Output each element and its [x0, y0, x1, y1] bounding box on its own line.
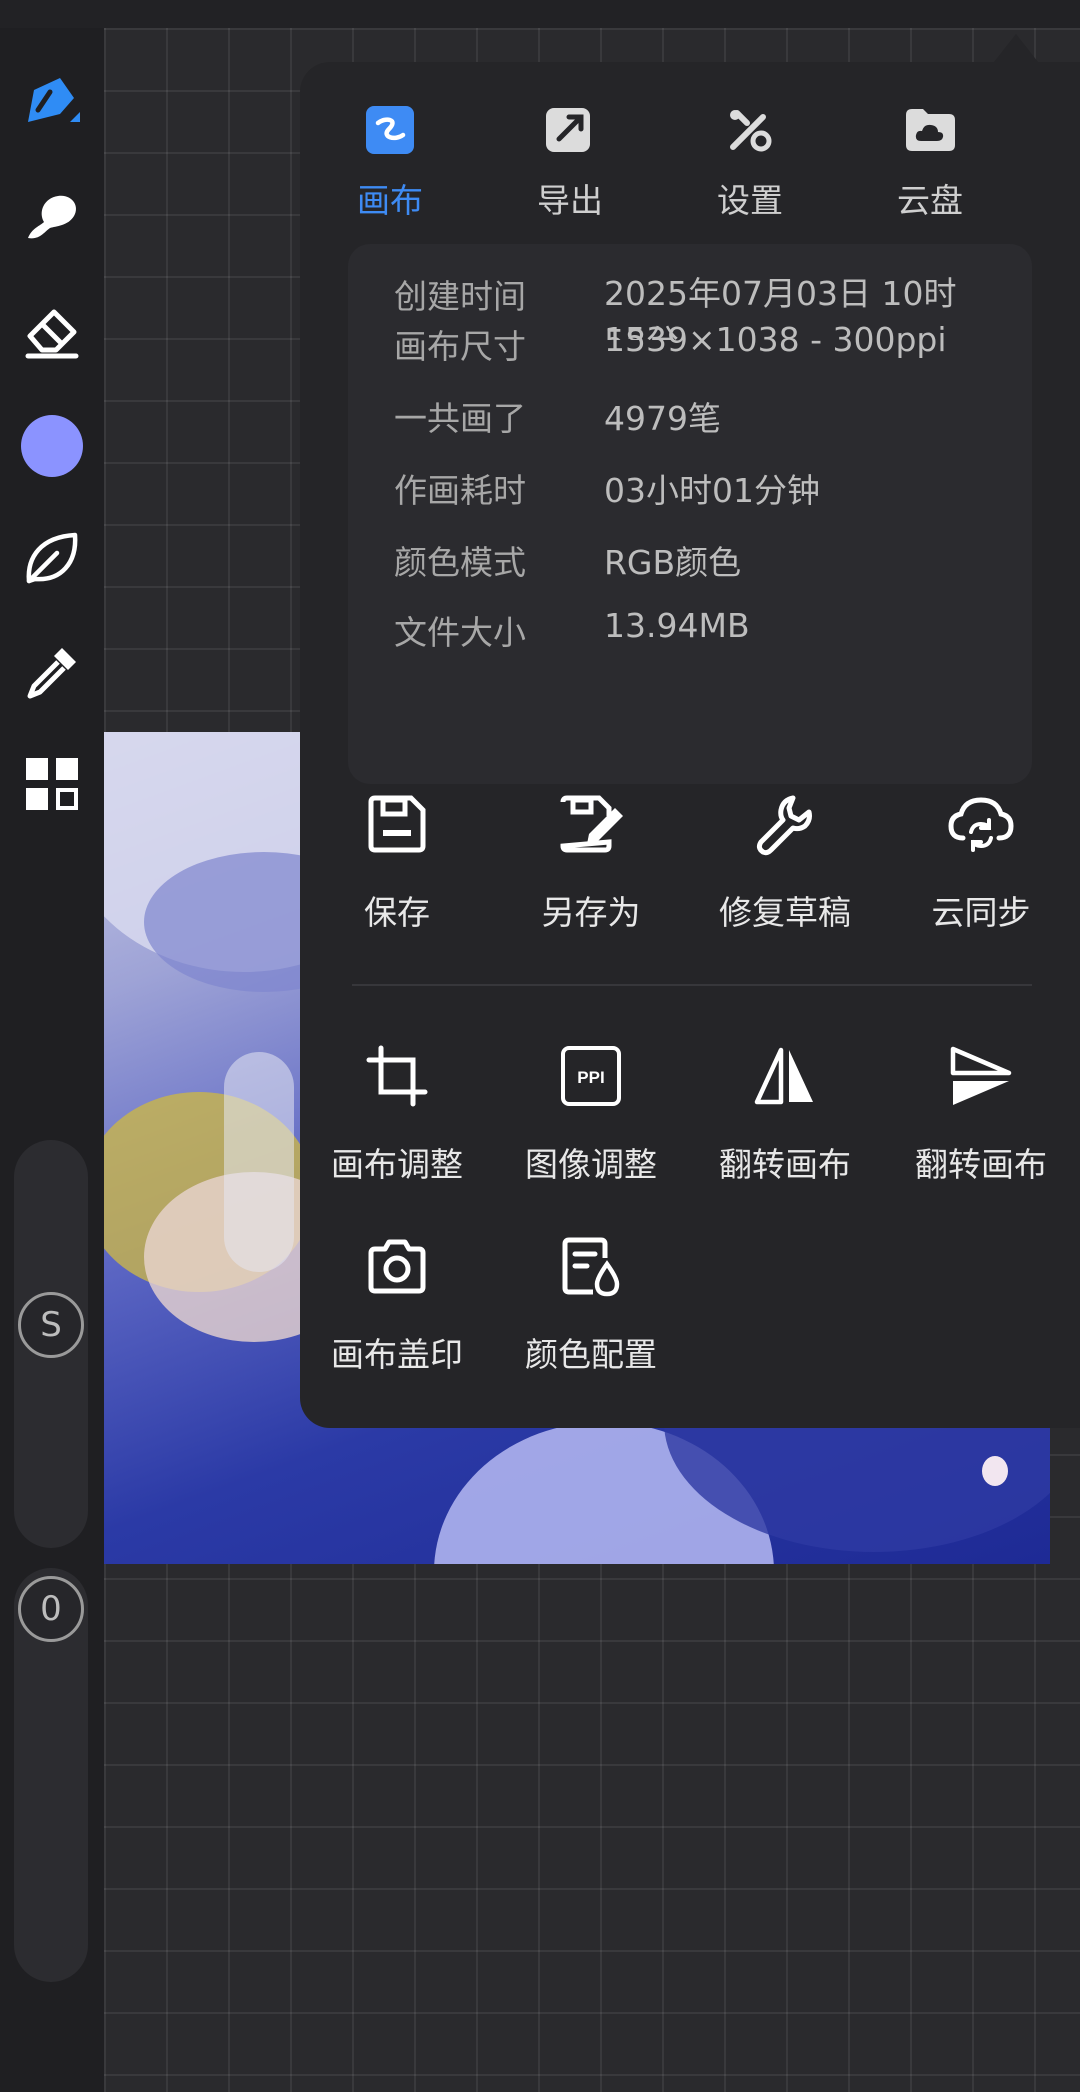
export-icon — [546, 108, 590, 152]
save-label: 保存 — [364, 893, 430, 932]
tab-settings-label: 设置 — [717, 181, 783, 220]
canvas-stamp-label: 画布盖印 — [331, 1335, 463, 1374]
save-as-label: 另存为 — [541, 893, 641, 932]
tab-export[interactable]: 导出 — [480, 98, 660, 228]
canvas-adjust-label: 画布调整 — [331, 1145, 463, 1184]
save-icon — [368, 795, 426, 853]
cloud-drive-icon — [906, 109, 955, 151]
panel-pointer — [994, 34, 1038, 62]
canvas-stamp-button[interactable]: 画布盖印 — [302, 1226, 492, 1396]
current-color-circle — [21, 415, 83, 477]
save-button[interactable]: 保存 — [302, 784, 492, 954]
size-slider-knob[interactable]: S — [18, 1292, 84, 1358]
wrench-icon — [756, 795, 812, 856]
camera-icon — [368, 1239, 426, 1294]
flip-canvas-vertical-label: 翻转画布 — [915, 1145, 1047, 1184]
smudge-tool[interactable] — [20, 186, 84, 250]
info-value: 13.94MB — [604, 606, 750, 645]
left-toolbar: S 0 — [0, 28, 104, 2092]
canvas-menu-panel: 画布 导出 设置 云盘 创建时间 2025年07月03日 10时 画布尺寸 15… — [300, 62, 1080, 1428]
status-bar — [0, 0, 1080, 28]
cloud-sync-label: 云同步 — [931, 893, 1031, 932]
info-key: 颜色模式 — [394, 543, 526, 582]
image-adjust-label: 图像调整 — [525, 1145, 657, 1184]
eyedropper-icon — [27, 648, 76, 699]
info-key: 作画耗时 — [394, 471, 526, 510]
info-key: 文件大小 — [394, 613, 526, 652]
flip-canvas-vertical-button[interactable]: 翻转画布 — [886, 1036, 1076, 1206]
info-key: 创建时间 — [394, 277, 526, 316]
eyedropper-tool[interactable] — [20, 640, 84, 704]
info-key: 画布尺寸 — [394, 327, 526, 366]
save-as-icon — [560, 795, 623, 853]
info-value: 03小时01分钟 — [604, 471, 820, 510]
flip-horizontal-icon — [754, 1047, 813, 1105]
crop-icon — [366, 1045, 428, 1107]
layers-tool[interactable] — [20, 752, 84, 816]
color-swatch[interactable] — [20, 414, 84, 478]
repair-draft-button[interactable]: 修复草稿 — [690, 784, 880, 954]
settings-icon — [730, 110, 772, 152]
image-adjust-button[interactable]: PPI 图像调整 — [496, 1036, 686, 1206]
eraser-icon — [25, 309, 79, 359]
color-profile-label: 颜色配置 — [525, 1335, 657, 1374]
canvas-info-box: 创建时间 2025年07月03日 10时58分 画布尺寸 1539×1038 -… — [348, 244, 1032, 784]
cloud-sync-button[interactable]: 云同步 — [886, 784, 1076, 954]
info-row-color-mode: 颜色模式 RGB颜色 — [394, 536, 994, 592]
tab-cloud-drive-label: 云盘 — [897, 181, 963, 220]
info-value: 4979笔 — [604, 399, 721, 438]
tab-canvas-label: 画布 — [357, 181, 423, 220]
opacity-slider-knob[interactable]: 0 — [18, 1576, 84, 1642]
grid-icon — [26, 758, 78, 810]
info-value: RGB颜色 — [604, 543, 742, 582]
tab-canvas[interactable]: 画布 — [300, 98, 480, 228]
leaf-icon — [26, 532, 78, 584]
lasso-tool[interactable] — [20, 526, 84, 590]
canvas-adjust-button[interactable]: 画布调整 — [302, 1036, 492, 1206]
repair-draft-label: 修复草稿 — [719, 893, 851, 932]
color-profile-button[interactable]: 颜色配置 — [496, 1226, 686, 1396]
svg-text:PPI: PPI — [577, 1068, 604, 1087]
eraser-tool[interactable] — [20, 300, 84, 364]
brush-icon — [28, 78, 80, 122]
info-row-stroke-count: 一共画了 4979笔 — [394, 392, 994, 448]
tab-settings[interactable]: 设置 — [660, 98, 840, 228]
cloud-sync-icon — [948, 797, 1014, 852]
save-as-button[interactable]: 另存为 — [496, 784, 686, 954]
size-slider-label: S — [40, 1305, 62, 1345]
info-key: 一共画了 — [394, 399, 526, 438]
info-row-file-size: 文件大小 13.94MB — [394, 606, 994, 662]
flip-canvas-horizontal-button[interactable]: 翻转画布 — [690, 1036, 880, 1206]
tab-cloud-drive[interactable]: 云盘 — [840, 98, 1020, 228]
info-value: 1539×1038 - 300ppi — [604, 320, 947, 359]
tab-export-label: 导出 — [537, 181, 603, 220]
info-row-drawing-time: 作画耗时 03小时01分钟 — [394, 464, 994, 520]
opacity-slider-label: 0 — [40, 1589, 62, 1629]
color-profile-icon — [562, 1237, 620, 1297]
art-shape — [982, 1456, 1008, 1486]
info-row-canvas-size: 画布尺寸 1539×1038 - 300ppi — [394, 320, 994, 376]
canvas-icon — [366, 106, 414, 154]
ppi-icon: PPI — [561, 1046, 621, 1106]
brush-tool[interactable] — [20, 70, 84, 134]
flip-canvas-horizontal-label: 翻转画布 — [719, 1145, 851, 1184]
action-divider — [352, 984, 1032, 986]
smudge-icon — [28, 195, 77, 239]
art-shape — [224, 1052, 294, 1272]
flip-vertical-icon — [950, 1046, 1012, 1105]
